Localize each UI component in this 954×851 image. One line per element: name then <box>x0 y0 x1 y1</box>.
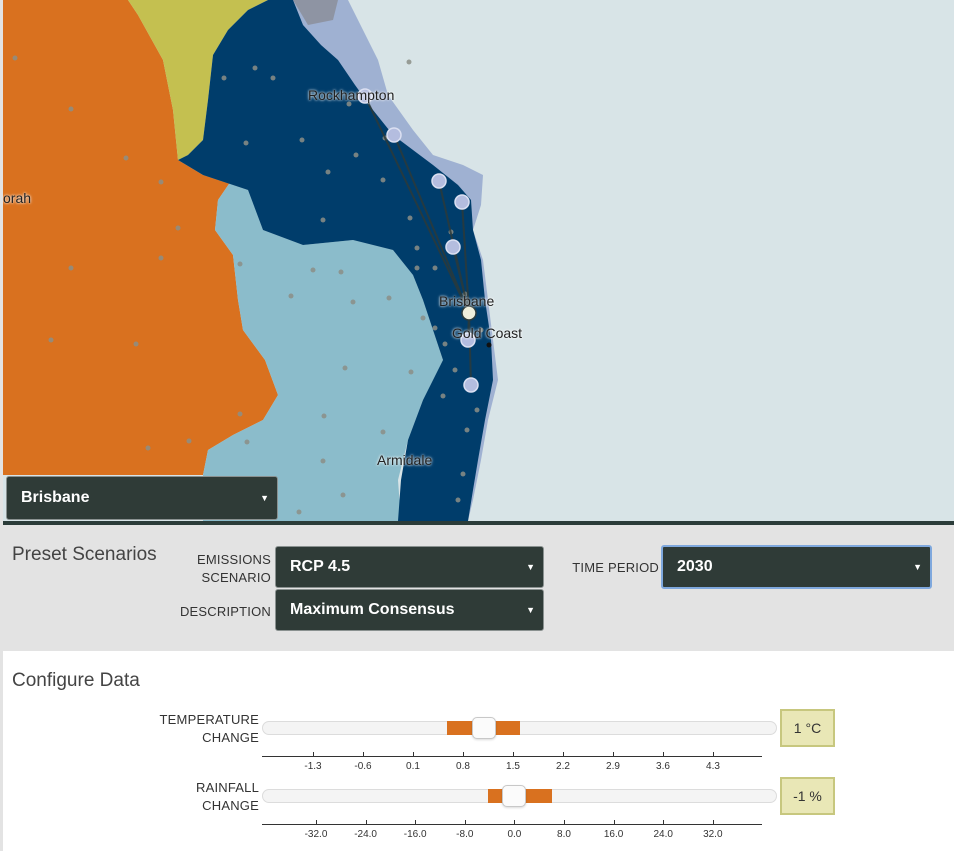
rainfall-tick-label: -16.0 <box>403 829 427 840</box>
temperature-tick-mark <box>463 752 464 757</box>
rainfall-value-box: -1 % <box>780 777 835 815</box>
rainfall-tick-label: -8.0 <box>456 829 474 840</box>
configure-data-panel: Configure Data TEMPERATURE CHANGE -1.3 -0… <box>3 651 954 851</box>
map-label-rockhampton: Rockhampton <box>308 87 395 103</box>
preset-scenarios-title: Preset Scenarios <box>12 544 157 565</box>
map-view[interactable]: Rockhampton orah Brisbane Gold Coast Arm… <box>3 0 954 521</box>
rainfall-axis <box>262 824 762 825</box>
rainfall-tick-mark <box>564 820 565 825</box>
rainfall-slider-handle[interactable] <box>502 785 526 807</box>
temperature-tick-label: 3.6 <box>656 761 670 772</box>
temperature-tick-mark <box>313 752 314 757</box>
region-select[interactable]: Brisbane ▼ <box>6 476 278 520</box>
map-label-orah: orah <box>3 190 32 206</box>
rainfall-tick-mark <box>663 820 665 825</box>
region-select-value: Brisbane <box>21 489 90 506</box>
map-canvas[interactable] <box>3 0 954 521</box>
rainfall-tick-mark <box>415 820 417 825</box>
temperature-tick-label: 2.2 <box>556 761 570 772</box>
temperature-tick-label: -0.6 <box>354 761 372 772</box>
configure-data-title: Configure Data <box>12 670 140 691</box>
description-label: DESCRIPTION <box>179 604 271 619</box>
emissions-scenario-value: RCP 4.5 <box>290 558 351 575</box>
time-period-select[interactable]: 2030 ▼ <box>661 545 932 589</box>
rainfall-tick-mark <box>712 820 714 825</box>
emissions-scenario-label: EMISSIONS SCENARIO <box>183 551 271 587</box>
map-label-armidale: Armidale <box>377 452 433 468</box>
rainfall-tick-label: -24.0 <box>354 829 377 840</box>
temperature-tick-label: 2.9 <box>606 761 620 772</box>
chevron-down-icon: ▼ <box>260 493 269 503</box>
rainfall-change-label: RAINFALL CHANGE <box>153 779 259 815</box>
time-period-value: 2030 <box>677 558 713 575</box>
rainfall-tick-mark <box>613 820 615 825</box>
map-label-brisbane: Brisbane <box>439 293 495 309</box>
time-period-label: TIME PERIOD <box>572 560 659 575</box>
chevron-down-icon: ▼ <box>526 605 535 615</box>
temperature-label-line-2: CHANGE <box>202 730 259 745</box>
temperature-tick-mark <box>613 752 614 757</box>
emissions-scenario-select[interactable]: RCP 4.5 ▼ <box>275 546 544 588</box>
chevron-down-icon: ▼ <box>526 562 535 572</box>
temperature-value-text: 1 °C <box>793 720 822 736</box>
app-frame: Rockhampton orah Brisbane Gold Coast Arm… <box>0 0 954 851</box>
rainfall-tick-label: -32.0 <box>304 829 328 840</box>
temperature-tick-mark <box>663 752 664 757</box>
temperature-tick-label: 1.5 <box>506 761 520 772</box>
temperature-change-label: TEMPERATURE CHANGE <box>153 711 259 747</box>
temperature-tick-label: 0.8 <box>456 761 470 772</box>
temperature-tick-mark <box>513 752 514 757</box>
emissions-label-line-2: SCENARIO <box>201 570 271 585</box>
rainfall-value-text: -1 % <box>793 788 822 804</box>
rainfall-tick-mark <box>365 820 367 825</box>
rainfall-label-line-1: RAINFALL <box>195 780 259 795</box>
chevron-down-icon: ▼ <box>913 562 922 572</box>
rainfall-tick-label: 0.0 <box>507 829 522 840</box>
rainfall-label-line-2: CHANGE <box>202 798 259 813</box>
description-value: Maximum Consensus <box>290 601 455 618</box>
temperature-slider-handle[interactable] <box>472 717 496 739</box>
rainfall-tick-label: 8.0 <box>557 829 571 840</box>
temperature-tick-label: 4.3 <box>706 761 720 772</box>
rainfall-tick-mark <box>316 820 317 825</box>
temperature-tick-label: -1.3 <box>304 761 322 772</box>
temperature-axis <box>262 756 762 757</box>
rainfall-tick-label: 32.0 <box>703 829 723 840</box>
preset-scenarios-panel: Preset Scenarios EMISSIONS SCENARIO RCP … <box>3 525 954 651</box>
temperature-label-line-1: TEMPERATURE <box>159 712 259 727</box>
emissions-label-line-1: EMISSIONS <box>196 552 271 567</box>
description-select[interactable]: Maximum Consensus ▼ <box>275 589 544 631</box>
rainfall-tick-label: 24.0 <box>653 829 673 840</box>
rainfall-tick-label: 16.0 <box>603 829 624 840</box>
rainfall-tick-mark <box>464 820 466 825</box>
rainfall-tick-mark <box>514 820 516 825</box>
temperature-value-box: 1 °C <box>780 709 835 747</box>
temperature-tick-mark <box>413 752 414 757</box>
temperature-tick-mark <box>713 752 714 757</box>
map-label-gold-coast: Gold Coast <box>452 325 523 341</box>
temperature-tick-mark <box>363 752 364 757</box>
temperature-tick-label: 0.1 <box>406 761 420 772</box>
temperature-tick-mark <box>563 752 564 757</box>
